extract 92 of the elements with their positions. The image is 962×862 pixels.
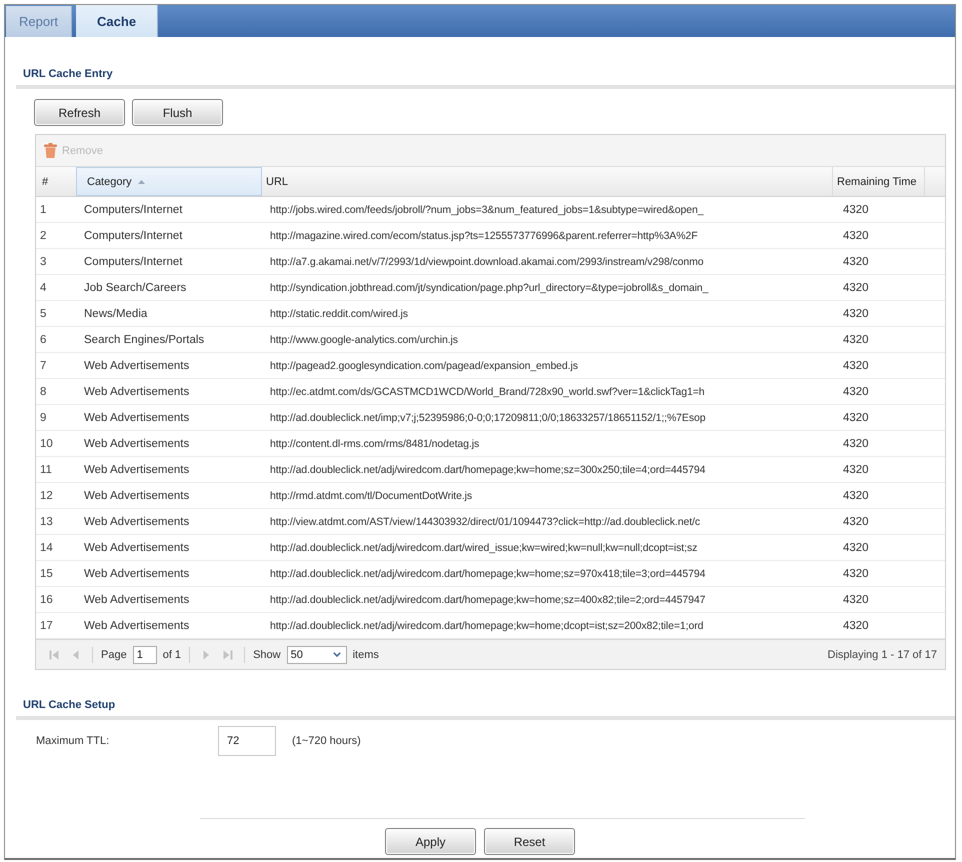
remaining-time-cell-text: 4320 [842,332,870,348]
remaining-time-cell-text: 4320 [842,514,870,530]
row-number-cell-text: 13 [39,514,54,530]
remaining-time-cell-text: 4320 [842,436,870,452]
url-cell-text: http://static.reddit.com/wired.js [269,306,409,322]
remaining-time-cell-text: 4320 [842,306,870,322]
row-number-cell-text: 6 [39,332,48,348]
category-cell-text: Web Advertisements [83,410,190,426]
category-cell-text: Computers/Internet [83,228,184,244]
url-cell-text: http://ec.atdmt.com/ds/GCASTMCD1WCD/World_Brand/728x90_world.swf?ver=1&clickTag1=h [269,384,706,400]
category-cell-text: Web Advertisements [83,618,190,634]
items-label: items [352,648,379,660]
row-number-cell-text: 15 [39,566,54,582]
row-number-cell-text: 14 [39,540,54,556]
url-cell-text: http://www.google-analytics.com/urchin.js [269,332,459,348]
url-cell-text: http://view.atdmt.com/AST/view/144303932/direct/01/1094473?click=http://ad.doubleclick.net/c [269,514,702,530]
remaining-time-cell-text: 4320 [842,462,870,478]
url-cell-text: http://ad.doubleclick.net/adj/wiredcom.dart/homepage;kw=home;dcopt=ist;sz=200x82;tile=1;ord [269,618,704,634]
page-count-label: of 1 [162,648,182,660]
sort-ascending-icon [138,180,145,184]
row-number-cell-text: 17 [39,618,54,634]
remaining-time-cell-text: 4320 [842,592,870,608]
show-label: Show [253,648,281,660]
remaining-time-cell-text: 4320 [842,540,870,556]
row-number-cell-text: 10 [39,436,54,452]
row-number-cell-text: 1 [39,202,48,218]
section-title: URL Cache Setup [23,698,116,712]
row-number-cell-text: 8 [39,384,48,400]
row-number-cell-text: 2 [39,228,48,244]
category-cell-text: Computers/Internet [83,254,184,270]
remaining-time-cell-text: 4320 [842,358,870,374]
caret-icon [332,652,341,657]
category-cell-text: Web Advertisements [83,540,190,556]
remaining-time-cell-text: 4320 [842,280,870,296]
items-per-page-select[interactable]: 50 [286,646,347,664]
action-button[interactable]: Reset [484,828,575,855]
remaining-time-cell-text: 4320 [842,410,870,426]
action-button[interactable]: Flush [132,99,223,126]
section-title: URL Cache Entry [23,67,114,81]
display-summary: Displaying 1 - 17 of 17 [828,648,937,660]
page-input[interactable]: 1 [132,646,157,664]
row-number-cell-text: 4 [39,280,48,296]
row-number-cell-text: 16 [39,592,54,608]
remaining-time-cell-text: 4320 [842,488,870,504]
url-cell-text: http://rmd.atdmt.com/tl/DocumentDotWrite.js [269,488,474,504]
column-header[interactable]: Category [76,167,262,196]
field-label: Maximum TTL: [36,735,110,747]
column-header[interactable]: URL [262,167,833,196]
remaining-time-cell-text: 4320 [842,202,870,218]
category-cell-text: Web Advertisements [83,358,190,374]
category-cell-text: Web Advertisements [83,488,190,504]
remaining-time-cell-text: 4320 [842,618,870,634]
remaining-time-cell-text: 4320 [842,566,870,582]
remaining-time-cell-text: 4320 [842,228,870,244]
url-cell-text: http://ad.doubleclick.net/adj/wiredcom.dart/homepage;kw=home;sz=300x250;tile=4;ord=445794 [269,462,706,478]
ttl-input[interactable]: 72 [218,726,276,756]
category-cell-text: Search Engines/Portals [83,332,206,348]
row-number-cell-text: 7 [39,358,48,374]
category-cell-text: Job Search/Careers [83,280,188,296]
category-cell-text: News/Media [83,306,148,322]
action-button[interactable]: Refresh [34,99,125,126]
page-label: Page [101,648,127,660]
row-number-cell-text: 9 [39,410,48,426]
remaining-time-cell-text: 4320 [842,384,870,400]
remaining-time-cell-text: 4320 [842,254,870,270]
column-header[interactable]: # [36,167,74,196]
url-cell-text: http://ad.doubleclick.net/adj/wiredcom.dart/homepage;kw=home;sz=400x82;tile=2;ord=4457947 [269,592,706,608]
row-number-cell-text: 11 [39,462,53,478]
field-hint: (1~720 hours) [292,735,361,747]
category-cell-text: Web Advertisements [83,384,190,400]
column-header[interactable]: Remaining Time [833,167,925,196]
row-number-cell-text: 3 [39,254,48,270]
category-cell-text: Web Advertisements [83,514,190,530]
url-cell-text: http://ad.doubleclick.net/adj/wiredcom.dart/homepage;kw=home;sz=970x418;tile=3;ord=445794 [269,566,706,582]
url-cell-text: http://pagead2.googlesyndication.com/pagead/expansion_embed.js [269,358,579,374]
url-cell-text: http://ad.doubleclick.net/imp;v7;j;52395986;0-0;0;17209811;0/0;18633257/18651152/1;;%7Esop [269,410,706,426]
category-cell-text: Computers/Internet [83,202,184,218]
url-cell-text: http://content.dl-rms.com/rms/8481/nodetag.js [269,436,480,452]
trash-icon [44,143,57,158]
tab[interactable]: Cache [76,5,158,37]
action-button[interactable]: Apply [385,828,476,855]
row-number-cell-text: 12 [39,488,54,504]
row-number-cell-text: 5 [39,306,48,322]
url-cell-text: http://ad.doubleclick.net/adj/wiredcom.dart/wired_issue;kw=wired;kw=null;kw=null;dcopt=ist;sz [269,540,698,556]
category-cell-text: Web Advertisements [83,566,190,582]
url-cell-text: http://magazine.wired.com/ecom/status.jsp?ts=1255573776996&parent.referrer=http%3A%2F [269,228,699,244]
category-cell-text: Web Advertisements [83,436,190,452]
category-cell-text: Web Advertisements [83,592,190,608]
url-cell-text: http://a7.g.akamai.net/v/7/2993/1d/viewpoint.download.akamai.com/2993/instream/v298/conmo [269,254,705,270]
category-cell-text: Web Advertisements [83,462,190,478]
url-cell-text: http://syndication.jobthread.com/jt/syndication/page.php?url_directory=&type=jobroll&s_domain_ [269,280,710,296]
url-cell-text: http://jobs.wired.com/feeds/jobroll/?num_jobs=3&num_featured_jobs=1&subtype=wired&open_ [269,202,705,218]
